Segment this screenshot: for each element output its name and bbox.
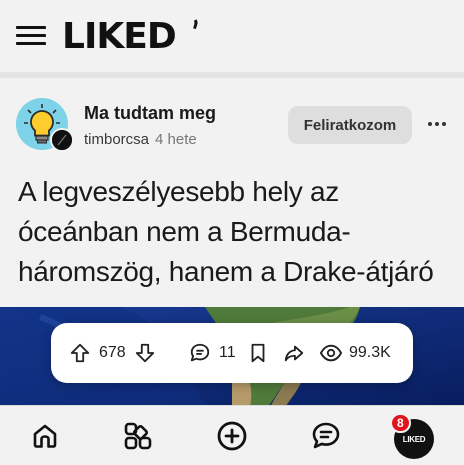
create-post-icon: [217, 421, 247, 451]
comment-group: 11: [189, 323, 236, 383]
group-name[interactable]: Ma tudtam meg: [84, 103, 216, 124]
share-group: [283, 323, 305, 383]
downvote-icon[interactable]: [134, 342, 156, 364]
top-bar: LIKED: [0, 0, 464, 72]
author-name[interactable]: timborcsa: [84, 131, 149, 148]
nav-messages[interactable]: [302, 406, 350, 465]
views-group: 99.3K: [319, 323, 391, 383]
upvote-group: 678: [69, 323, 156, 383]
upvote-count: 678: [99, 344, 126, 361]
view-count: 99.3K: [349, 344, 391, 361]
user-avatar-image: [52, 130, 72, 150]
home-icon: [33, 424, 57, 448]
share-icon[interactable]: [283, 342, 305, 364]
post-meta: timborcsa 4 hete: [84, 131, 197, 148]
app-logo[interactable]: LIKED: [62, 13, 177, 61]
bookmark-group: [247, 323, 269, 383]
nav-create-post[interactable]: [208, 406, 256, 465]
post-time: 4 hete: [155, 131, 197, 148]
post-stats-bar: 678 11 99.3K: [51, 323, 413, 383]
hamburger-icon[interactable]: [16, 26, 48, 46]
bookmark-icon[interactable]: [247, 342, 269, 364]
categories-icon: [124, 422, 152, 450]
comment-icon[interactable]: [189, 342, 211, 364]
upvote-icon[interactable]: [69, 342, 91, 364]
post-title[interactable]: A legveszélyesebb hely az óceánban nem a…: [18, 172, 458, 292]
nav-categories[interactable]: [114, 406, 162, 465]
post-header: Ma tudtam meg timborcsa 4 hete Feliratkoz…: [0, 78, 464, 168]
notification-badge: 8: [390, 413, 411, 433]
more-horizontal-icon[interactable]: [424, 114, 450, 134]
nav-home[interactable]: [21, 406, 69, 465]
user-avatar[interactable]: [50, 128, 74, 152]
logo-mark-icon: [186, 14, 200, 30]
messages-icon: [312, 422, 340, 449]
eye-icon: [319, 344, 343, 362]
subscribe-button[interactable]: Feliratkozom: [288, 106, 412, 144]
comment-count: 11: [219, 344, 236, 361]
